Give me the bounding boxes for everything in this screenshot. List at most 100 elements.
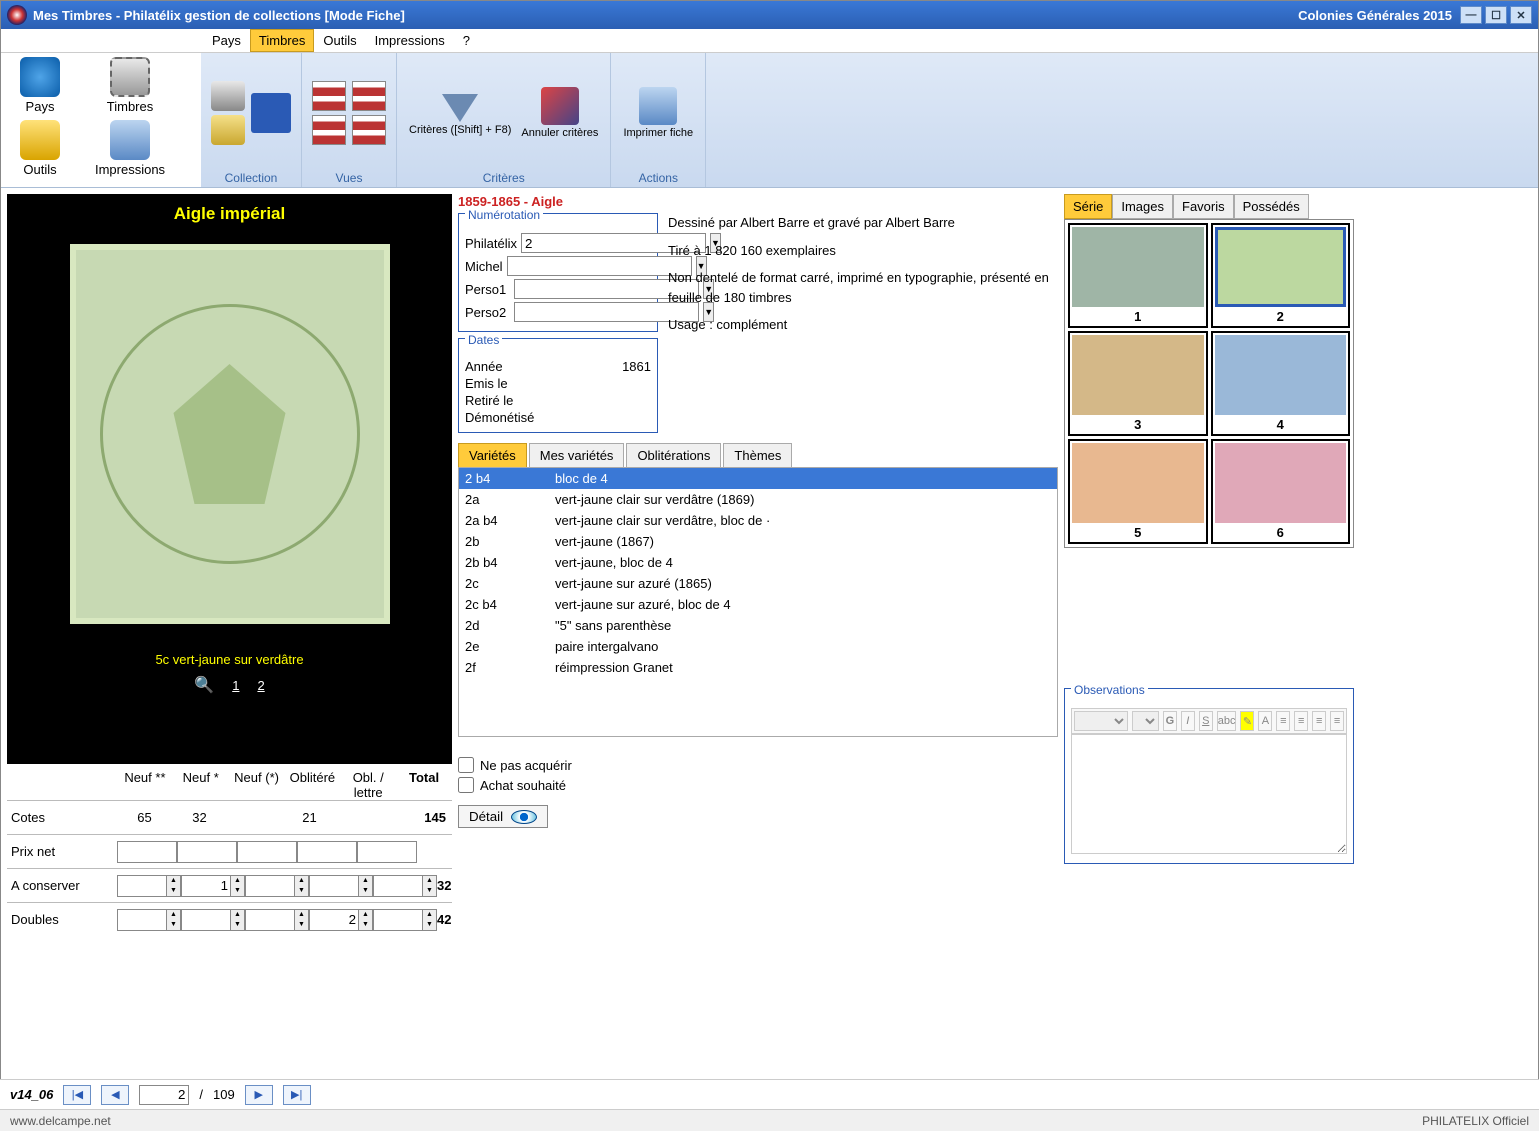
aconserver-1[interactable] (117, 875, 167, 897)
series-header: 1859-1865 - Aigle (458, 194, 1058, 209)
checkbox-ne-pas-acquerir[interactable]: Ne pas acquérir (458, 757, 1058, 773)
sidebar-impressions[interactable]: Impressions (95, 120, 165, 177)
color-button[interactable]: A (1258, 711, 1272, 731)
doubles-4[interactable] (309, 909, 359, 931)
page-input[interactable] (139, 1085, 189, 1105)
prixnet-1[interactable] (117, 841, 177, 863)
last-button[interactable]: ▶| (283, 1085, 311, 1105)
menu-pays[interactable]: Pays (203, 29, 250, 52)
view-grid2-icon[interactable] (312, 115, 346, 145)
thumb-5[interactable]: 5 (1068, 439, 1208, 544)
detail-button[interactable]: Détail (458, 805, 548, 828)
stamp-page-1[interactable]: 1 (232, 678, 239, 693)
highlight-button[interactable]: ✎ (1240, 711, 1254, 731)
variety-item[interactable]: 2avert-jaune clair sur verdâtre (1869) (459, 489, 1057, 510)
size-select[interactable] (1132, 711, 1159, 731)
maximize-button[interactable]: ☐ (1485, 6, 1507, 24)
michel-input[interactable] (507, 256, 692, 276)
align-right-button[interactable]: ≡ (1312, 711, 1326, 731)
close-button[interactable]: ✕ (1510, 6, 1532, 24)
view-list-icon[interactable] (352, 81, 386, 111)
sidebar-timbres[interactable]: Timbres (95, 57, 165, 114)
stamp-image (70, 244, 390, 624)
doubles-3[interactable] (245, 909, 295, 931)
variety-item[interactable]: 2a b4vert-jaune clair sur verdâtre, bloc… (459, 510, 1057, 531)
criteres-button[interactable]: Critères ([Shift] + F8) (407, 88, 513, 138)
prixnet-3[interactable] (237, 841, 297, 863)
aconserver-5[interactable] (373, 875, 423, 897)
thumb-6[interactable]: 6 (1211, 439, 1351, 544)
align-justify-button[interactable]: ≡ (1330, 711, 1344, 731)
window-subtitle: Colonies Générales 2015 (1298, 8, 1452, 23)
col-neuf2: Neuf ** (117, 770, 173, 800)
tab-obliterations[interactable]: Oblitérations (626, 443, 721, 467)
up-icon[interactable]: ▲ (167, 876, 180, 886)
thumb-3[interactable]: 3 (1068, 331, 1208, 436)
first-button[interactable]: |◀ (63, 1085, 91, 1105)
zoom-icon[interactable]: 🔍 (194, 675, 214, 695)
aconserver-4[interactable] (309, 875, 359, 897)
variety-item[interactable]: 2epaire intergalvano (459, 636, 1057, 657)
sidebar-outils[interactable]: Outils (5, 120, 75, 177)
doubles-2[interactable] (181, 909, 231, 931)
tab-mes-varietes[interactable]: Mes variétés (529, 443, 625, 467)
variety-item[interactable]: 2fréimpression Granet (459, 657, 1057, 678)
variety-item[interactable]: 2cvert-jaune sur azuré (1865) (459, 573, 1057, 594)
align-left-button[interactable]: ≡ (1276, 711, 1290, 731)
down-icon[interactable]: ▼ (167, 886, 180, 896)
view-grid-icon[interactable] (312, 81, 346, 111)
align-center-button[interactable]: ≡ (1294, 711, 1308, 731)
aconserver-3[interactable] (245, 875, 295, 897)
variety-item[interactable]: 2b b4vert-jaune, bloc de 4 (459, 552, 1057, 573)
prixnet-5[interactable] (357, 841, 417, 863)
stamp-page-2[interactable]: 2 (257, 678, 264, 693)
bold-button[interactable]: G (1163, 711, 1177, 731)
prixnet-2[interactable] (177, 841, 237, 863)
doubles-1[interactable] (117, 909, 167, 931)
tab-possedes[interactable]: Possédés (1234, 194, 1309, 219)
strike-button[interactable]: abc (1217, 711, 1237, 731)
checkbox-achat-souhaite[interactable]: Achat souhaité (458, 777, 1058, 793)
tab-favoris[interactable]: Favoris (1173, 194, 1234, 219)
variety-list[interactable]: 2 b4bloc de 42avert-jaune clair sur verd… (458, 467, 1058, 737)
doubles-5[interactable] (373, 909, 423, 931)
underline-button[interactable]: S (1199, 711, 1213, 731)
observations-textarea[interactable] (1071, 734, 1347, 854)
thumb-2[interactable]: 2 (1211, 223, 1351, 328)
tab-serie[interactable]: Série (1064, 194, 1112, 219)
variety-item[interactable]: 2 b4bloc de 4 (459, 468, 1057, 489)
menu-outils[interactable]: Outils (314, 29, 365, 52)
minimize-button[interactable]: — (1460, 6, 1482, 24)
view-list2-icon[interactable] (352, 115, 386, 145)
aconserver-2[interactable] (181, 875, 231, 897)
variety-item[interactable]: 2d"5" sans parenthèse (459, 615, 1057, 636)
annuler-criteres-button[interactable]: Annuler critères (519, 85, 600, 141)
row-aconserver: A conserver (7, 878, 117, 893)
menu-timbres[interactable]: Timbres (250, 29, 314, 52)
menu-impressions[interactable]: Impressions (366, 29, 454, 52)
italic-button[interactable]: I (1181, 711, 1195, 731)
description: Dessiné par Albert Barre et gravé par Al… (668, 213, 1058, 433)
tab-varietes[interactable]: Variétés (458, 443, 527, 467)
source-label: www.delcampe.net (10, 1114, 111, 1128)
imprimer-fiche-button[interactable]: Imprimer fiche (621, 85, 695, 141)
thumb-1[interactable]: 1 (1068, 223, 1208, 328)
save-icon[interactable] (251, 93, 291, 133)
prev-button[interactable]: ◀ (101, 1085, 129, 1105)
sidebar-pays[interactable]: Pays (5, 57, 75, 114)
folder-icon[interactable] (211, 81, 245, 111)
font-select[interactable] (1074, 711, 1128, 731)
tab-images[interactable]: Images (1112, 194, 1173, 219)
prixnet-4[interactable] (297, 841, 357, 863)
tab-themes[interactable]: Thèmes (723, 443, 792, 467)
ribbon-criteres: Critères ([Shift] + F8) Annuler critères… (397, 53, 611, 187)
menubar: Pays Timbres Outils Impressions ? (1, 29, 1538, 53)
col-neufp: Neuf (*) (229, 770, 285, 800)
folder-open-icon[interactable] (211, 115, 245, 145)
menu-help[interactable]: ? (454, 29, 479, 52)
titlebar: Mes Timbres - Philatélix gestion de coll… (1, 1, 1538, 29)
variety-item[interactable]: 2c b4vert-jaune sur azuré, bloc de 4 (459, 594, 1057, 615)
next-button[interactable]: ▶ (245, 1085, 273, 1105)
thumb-4[interactable]: 4 (1211, 331, 1351, 436)
variety-item[interactable]: 2bvert-jaune (1867) (459, 531, 1057, 552)
